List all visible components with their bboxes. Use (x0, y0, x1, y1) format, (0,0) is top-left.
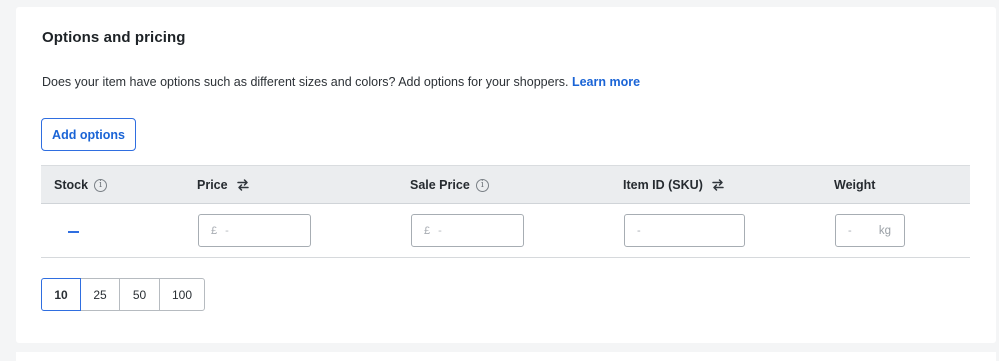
learn-more-link[interactable]: Learn more (572, 75, 640, 89)
column-price-label: Price (197, 178, 228, 192)
price-placeholder: - (225, 224, 229, 237)
column-sale-price: Sale Price i (410, 166, 489, 204)
add-options-button[interactable]: Add options (41, 118, 136, 151)
column-sku-label: Item ID (SKU) (623, 178, 703, 192)
page-size-selector: 10 25 50 100 (41, 278, 205, 311)
info-icon[interactable]: i (475, 178, 489, 192)
page-size-10-button[interactable]: 10 (41, 278, 81, 311)
column-sale-price-label: Sale Price (410, 178, 470, 192)
column-weight: Weight (834, 166, 875, 204)
column-price: Price (197, 166, 250, 204)
weight-placeholder: - (848, 224, 852, 237)
table-header: Stock i Price Sale Price i Item ID (SKU) (41, 165, 970, 204)
swap-arrows-icon[interactable] (236, 178, 250, 192)
table-row: £ - £ - - - kg (41, 204, 970, 258)
sale-price-placeholder: - (438, 224, 442, 237)
page-size-100-button[interactable]: 100 (159, 278, 205, 311)
price-currency: £ (211, 224, 218, 237)
swap-arrows-icon[interactable] (711, 178, 725, 192)
page-size-50-button[interactable]: 50 (119, 278, 160, 311)
weight-unit: kg (878, 224, 891, 237)
column-stock: Stock i (54, 166, 108, 204)
column-sku: Item ID (SKU) (623, 166, 725, 204)
section-description: Does your item have options such as diff… (42, 75, 640, 89)
sale-price-currency: £ (424, 224, 431, 237)
options-pricing-card: Options and pricing Does your item have … (16, 7, 996, 343)
column-stock-label: Stock (54, 178, 89, 192)
sku-input[interactable]: - (624, 214, 745, 247)
info-icon[interactable]: i (94, 178, 108, 192)
description-text: Does your item have options such as diff… (42, 75, 569, 89)
sku-placeholder: - (637, 224, 641, 237)
sale-price-input[interactable]: £ - (411, 214, 524, 247)
stock-value-dash[interactable] (68, 231, 79, 233)
section-title: Options and pricing (42, 29, 186, 46)
next-section-card (16, 352, 996, 361)
column-weight-label: Weight (834, 178, 876, 192)
page-size-25-button[interactable]: 25 (80, 278, 120, 311)
weight-input[interactable]: - kg (835, 214, 905, 247)
price-input[interactable]: £ - (198, 214, 311, 247)
